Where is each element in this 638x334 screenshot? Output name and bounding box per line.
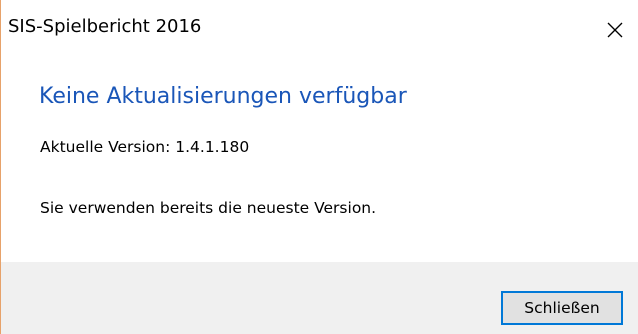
update-dialog: SIS-Spielbericht 2016 Keine Aktualisieru… (0, 0, 638, 334)
dialog-footer: Schließen (1, 262, 638, 334)
title-bar: SIS-Spielbericht 2016 (1, 0, 638, 60)
status-message: Sie verwenden bereits die neueste Versio… (40, 199, 377, 217)
dialog-heading: Keine Aktualisierungen verfügbar (39, 84, 407, 109)
window-title: SIS-Spielbericht 2016 (8, 16, 202, 37)
close-icon (605, 20, 625, 40)
close-dialog-button[interactable]: Schließen (501, 291, 623, 325)
dialog-content: Keine Aktualisierungen verfügbar Aktuell… (1, 60, 638, 262)
current-version-text: Aktuelle Version: 1.4.1.180 (40, 138, 250, 156)
window-close-button[interactable] (592, 0, 638, 60)
